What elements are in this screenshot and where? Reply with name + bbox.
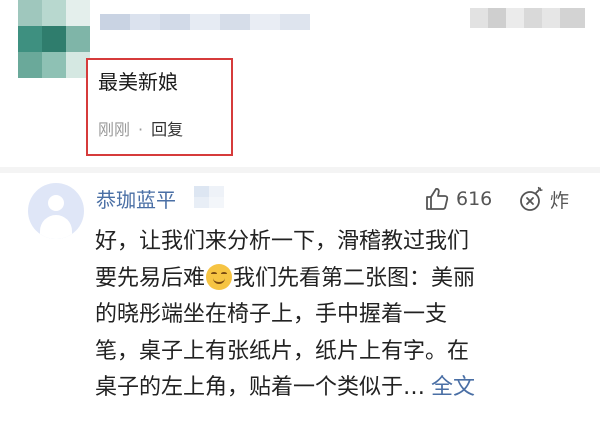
full-text-link[interactable]: 全文	[431, 375, 475, 400]
pixelated-avatar	[18, 0, 90, 78]
meta-separator: ·	[138, 120, 144, 139]
highlighted-reply: 最美新娘 刚刚 · 回复	[86, 58, 233, 156]
comment-text-segment: 我们先看第二张图：美丽	[233, 265, 476, 291]
reply-time: 刚刚	[98, 120, 131, 139]
comment-line: 好，让我们来分析一下，滑稽教过我们	[95, 229, 470, 254]
bomb-icon	[520, 186, 543, 211]
comment-text-segment: 要先易后难	[95, 265, 206, 291]
reply-button[interactable]: 回复	[151, 120, 183, 139]
funny-face-emoji-icon	[206, 263, 233, 290]
comment-text-segment: 桌子的左上角，贴着一个类似于…	[95, 375, 426, 400]
bomb-button[interactable]: 炸	[518, 184, 569, 214]
reply-meta: 刚刚 · 回复	[98, 116, 183, 140]
comment-line: 桌子的左上角，贴着一个类似于… 全文	[95, 370, 585, 407]
comment-body: 好，让我们来分析一下，滑稽教过我们 要先易后难 我们先看第二张图：美丽 的晓彤端坐…	[95, 224, 585, 407]
comment-username[interactable]: 恭珈蓝平	[96, 184, 176, 213]
pixelated-name-tail	[194, 186, 224, 208]
like-count: 616	[456, 188, 493, 210]
comment-line: 笔，桌子上有张纸片，纸片上有字。在	[95, 338, 470, 364]
thumbs-up-icon	[426, 187, 449, 210]
pixelated-meta	[470, 8, 585, 28]
reply-text: 最美新娘	[98, 70, 178, 94]
comment-divider	[0, 167, 600, 173]
bomb-label: 炸	[550, 189, 570, 212]
comment-line: 的晓彤端坐在椅子上，手中握着一支	[95, 302, 448, 327]
default-avatar-icon[interactable]	[28, 183, 84, 239]
comment-line: 要先易后难 我们先看第二张图：美丽	[95, 261, 585, 298]
like-button[interactable]: 616	[424, 184, 492, 214]
pixelated-username	[100, 14, 310, 30]
